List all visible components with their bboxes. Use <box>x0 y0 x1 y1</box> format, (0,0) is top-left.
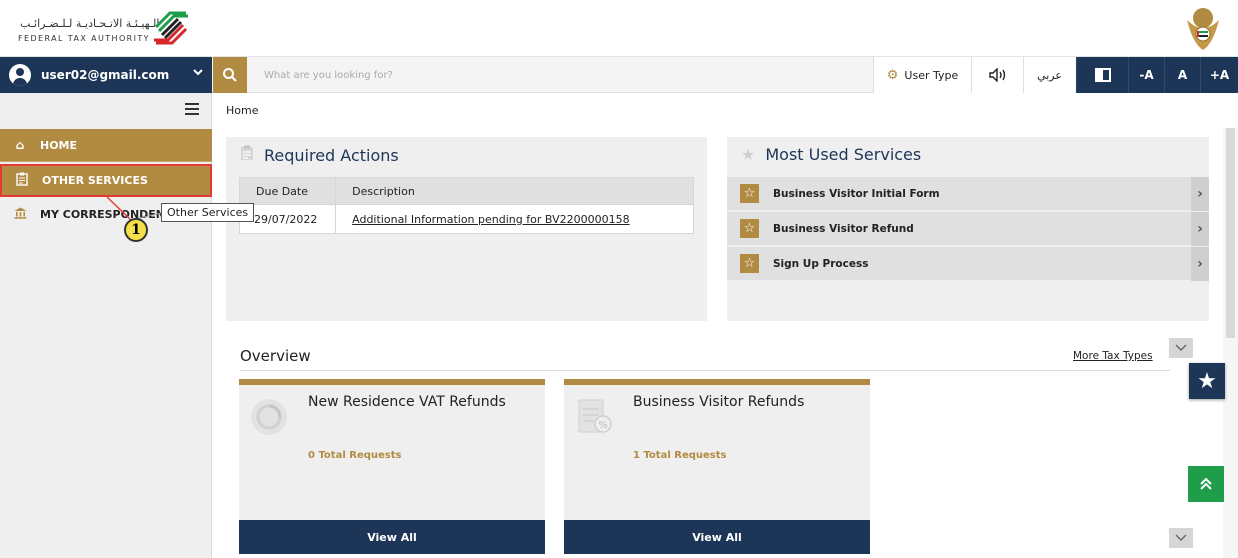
required-actions-table: Due Date Description • 29/07/2022 Additi… <box>238 177 694 234</box>
service-label: Business Visitor Refund <box>773 222 914 235</box>
utility-bar: user02@gmail.com ⚙ User Type عربي -A A +… <box>0 57 1238 93</box>
logo-english-text: FEDERAL TAX AUTHORITY <box>18 34 150 43</box>
service-item-sign-up-process[interactable]: ☆ Sign Up Process › <box>727 247 1209 281</box>
new-residence-vat-refunds-card: New Residence VAT Refunds 0 Total Reques… <box>239 379 545 554</box>
uae-emblem-icon <box>1187 8 1219 50</box>
double-chevron-up-icon <box>1200 477 1212 490</box>
scroll-to-top-button[interactable] <box>1188 466 1224 502</box>
clipboard-icon <box>14 172 30 189</box>
star-icon: ☆ <box>740 254 759 273</box>
fta-logo-mark-icon <box>154 11 188 45</box>
sidebar-item-other-services[interactable]: OTHER SERVICES <box>0 164 212 197</box>
more-tax-types-link[interactable]: More Tax Types <box>1073 350 1153 362</box>
sidebar-item-label: HOME <box>40 138 78 152</box>
sidebar-item-home[interactable]: ⌂ HOME <box>0 129 212 162</box>
card-count: 1 Total Requests <box>633 450 727 461</box>
overview-heading: Overview <box>240 347 311 365</box>
decrease-font-button[interactable]: -A <box>1128 57 1164 93</box>
search-input[interactable] <box>250 61 870 89</box>
service-item-business-visitor-initial-form[interactable]: ☆ Business Visitor Initial Form › <box>727 177 1209 211</box>
column-header-description: Description <box>335 177 694 205</box>
star-icon: ☆ <box>740 219 759 238</box>
user-type-label: User Type <box>904 68 959 82</box>
chevron-right-icon[interactable]: › <box>1191 247 1209 281</box>
required-actions-title: Required Actions <box>240 145 399 165</box>
service-label: Sign Up Process <box>773 257 869 270</box>
most-used-services-heading: Most Used Services <box>765 145 922 164</box>
star-icon: ☆ <box>740 184 759 203</box>
table-row: • 29/07/2022 Additional Information pend… <box>238 204 694 234</box>
action-description-link[interactable]: Additional Information pending for BV220… <box>335 204 694 234</box>
divider <box>240 370 1170 371</box>
speaker-icon <box>988 68 1005 82</box>
business-visitor-refunds-card: % Business Visitor Refunds 1 Total Reque… <box>564 379 870 554</box>
text-to-speech-button[interactable] <box>971 57 1023 93</box>
view-all-button[interactable]: View All <box>239 520 545 554</box>
chevron-down-icon <box>1175 344 1187 351</box>
required-actions-panel: Required Actions Due Date Description • … <box>226 137 707 321</box>
most-used-services-title: ★ Most Used Services <box>741 145 921 164</box>
most-used-services-panel: ★ Most Used Services ☆ Business Visitor … <box>727 137 1209 321</box>
scrollbar-thumb[interactable] <box>1226 128 1235 338</box>
bank-icon <box>12 207 28 222</box>
collapse-section-button[interactable] <box>1169 528 1193 548</box>
user-email: user02@gmail.com <box>41 68 170 82</box>
avatar-icon <box>9 64 31 86</box>
chevron-down-icon <box>1175 534 1187 541</box>
svg-text:%: % <box>598 420 608 431</box>
gear-icon: ⚙ <box>886 67 899 83</box>
sidebar-item-label: MY CORRESPONDENC <box>40 208 174 221</box>
step-callout-badge: 1 <box>124 218 148 242</box>
required-actions-heading: Required Actions <box>264 145 399 165</box>
favorites-float-button[interactable]: ★ <box>1189 363 1225 399</box>
normal-font-button[interactable]: A <box>1164 57 1200 93</box>
fta-logo[interactable]: الـهيـئـة الاتـحـاديـة لـلـضـرائـب FEDER… <box>14 7 204 49</box>
card-title: New Residence VAT Refunds <box>308 394 506 410</box>
sidebar-item-label: OTHER SERVICES <box>42 174 148 187</box>
service-label: Business Visitor Initial Form <box>773 187 940 200</box>
home-icon: ⌂ <box>15 138 25 152</box>
user-type-button[interactable]: ⚙ User Type <box>873 57 971 93</box>
arabic-language-button[interactable]: عربي <box>1023 57 1075 93</box>
logo-arabic-text: الـهيـئـة الاتـحـاديـة لـلـضـرائـب <box>20 17 160 30</box>
collapse-overview-button[interactable] <box>1169 338 1193 358</box>
view-all-button[interactable]: View All <box>564 520 870 554</box>
contrast-toggle[interactable] <box>1076 57 1128 93</box>
star-icon: ★ <box>1197 368 1217 394</box>
chevron-right-icon[interactable]: › <box>1191 177 1209 211</box>
card-title: Business Visitor Refunds <box>633 394 805 410</box>
hamburger-menu-icon[interactable] <box>185 103 199 115</box>
user-menu[interactable]: user02@gmail.com <box>0 57 212 93</box>
search-icon <box>223 68 237 82</box>
star-icon: ★ <box>741 145 756 164</box>
refund-icon <box>251 399 287 435</box>
chevron-right-icon[interactable]: › <box>1191 212 1209 246</box>
tooltip: Other Services <box>161 203 255 222</box>
column-header-due-date: Due Date <box>238 177 337 205</box>
top-header: الـهيـئـة الاتـحـاديـة لـلـضـرائـب FEDER… <box>0 0 1238 57</box>
search-button[interactable] <box>213 57 247 93</box>
document-percent-icon: % <box>578 399 612 433</box>
sidebar: ⌂ HOME OTHER SERVICES MY CORRESPONDENC <box>0 93 212 558</box>
breadcrumb[interactable]: Home <box>226 104 258 117</box>
page-scrollbar[interactable] <box>1223 128 1238 558</box>
service-item-business-visitor-refund[interactable]: ☆ Business Visitor Refund › <box>727 212 1209 246</box>
increase-font-button[interactable]: +A <box>1200 57 1238 93</box>
card-count: 0 Total Requests <box>308 450 402 461</box>
main-content: Required Actions Due Date Description • … <box>213 128 1223 558</box>
clipboard-icon <box>240 145 254 165</box>
contrast-icon <box>1094 68 1111 82</box>
chevron-down-icon <box>192 66 204 81</box>
